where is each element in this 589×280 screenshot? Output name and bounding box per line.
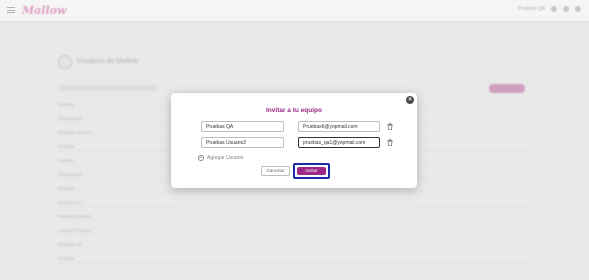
invite-focus-ring: Invitar: [293, 163, 330, 179]
invite-modal: × Invitar a tu equipo + Agregar Usuario …: [171, 93, 417, 188]
plus-circle-icon: +: [198, 155, 204, 161]
email-field-1[interactable]: [298, 121, 380, 132]
name-field-1[interactable]: [201, 121, 284, 132]
name-field-2[interactable]: [201, 137, 284, 148]
modal-title: Invitar a tu equipo: [266, 107, 322, 114]
invite-button[interactable]: Invitar: [297, 167, 326, 175]
add-user-button[interactable]: + Agregar Usuario: [198, 155, 243, 161]
trash-icon[interactable]: [387, 123, 393, 130]
cancel-button[interactable]: Cancelar: [261, 166, 290, 176]
add-user-label: Agregar Usuario: [207, 155, 244, 161]
trash-icon[interactable]: [387, 139, 393, 146]
email-field-2[interactable]: [298, 137, 380, 148]
close-icon[interactable]: ×: [406, 96, 414, 104]
